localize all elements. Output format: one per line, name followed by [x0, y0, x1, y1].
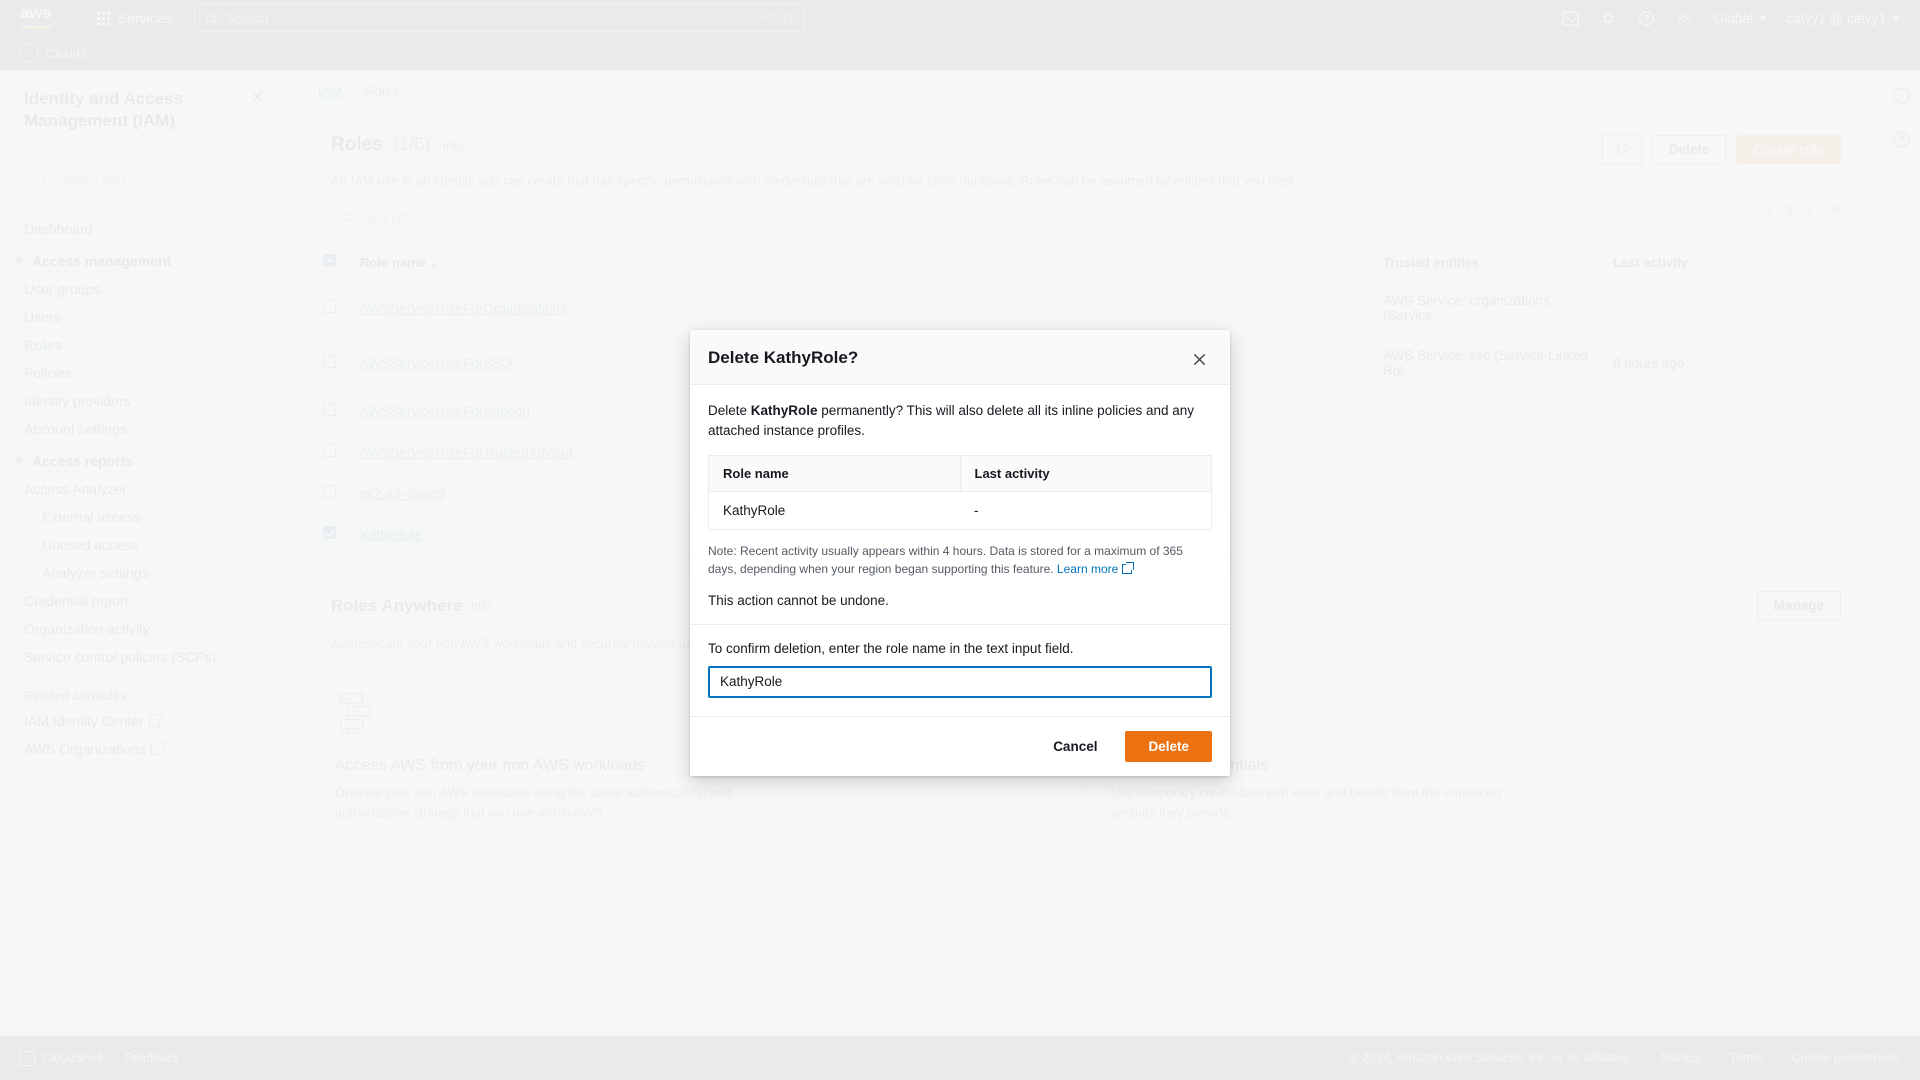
delete-role-modal: Delete KathyRole? Delete KathyRole perma…: [690, 330, 1230, 776]
learn-more-link[interactable]: Learn more: [1057, 562, 1118, 576]
modal-description: Delete KathyRole permanently? This will …: [708, 401, 1212, 441]
delete-button[interactable]: Delete: [1125, 730, 1212, 762]
modal-divider: [690, 623, 1230, 625]
modal-footer: Cancel Delete: [690, 715, 1230, 776]
modal-description-prefix: Delete: [708, 403, 751, 418]
modal-column-role-name: Role name: [708, 455, 960, 492]
modal-table-header-row: Role name Last activity: [708, 455, 1212, 492]
modal-undone-warning: This action cannot be undone.: [708, 592, 889, 608]
modal-cell-last-activity: -: [960, 491, 1212, 530]
modal-role-table: Role name Last activity KathyRole -: [708, 454, 1212, 530]
cancel-button[interactable]: Cancel: [1043, 733, 1107, 760]
modal-header: Delete KathyRole?: [690, 330, 1230, 385]
modal-role-name: KathyRole: [750, 403, 818, 418]
confirm-role-name-input[interactable]: [708, 665, 1212, 698]
modal-column-last-activity: Last activity: [959, 455, 1212, 492]
modal-cell-role-name: KathyRole: [708, 491, 960, 530]
modal-confirm-label: To confirm deletion, enter the role name…: [708, 640, 1074, 656]
close-icon[interactable]: [1188, 348, 1210, 370]
modal-body: Delete KathyRole permanently? This will …: [690, 385, 1230, 698]
modal-note: Note: Recent activity usually appears wi…: [708, 542, 1212, 578]
modal-title: Delete KathyRole?: [708, 348, 859, 367]
modal-table-row: KathyRole -: [708, 491, 1212, 530]
external-link-icon: [1122, 561, 1135, 574]
